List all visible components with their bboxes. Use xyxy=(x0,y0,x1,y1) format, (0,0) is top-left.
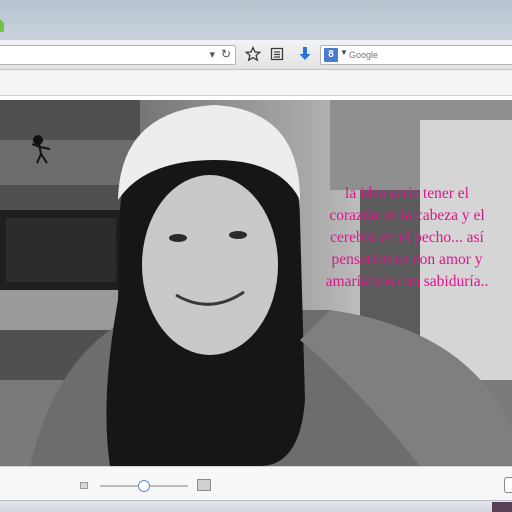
search-input[interactable] xyxy=(349,47,509,63)
navigation-toolbar: ▾ ↻ 8 ▼ xyxy=(0,40,512,70)
search-bar[interactable]: 8 ▼ xyxy=(320,45,512,65)
reading-list-icon[interactable] xyxy=(269,46,285,62)
google-icon[interactable]: 8 xyxy=(324,48,338,62)
viewer-menu-button[interactable] xyxy=(504,477,512,493)
tab-strip xyxy=(0,0,512,40)
zoom-slider-handle[interactable] xyxy=(138,480,150,492)
bookmarks-toolbar xyxy=(0,70,512,96)
zoom-out-image-icon[interactable] xyxy=(80,482,88,489)
url-bar[interactable]: ▾ ↻ xyxy=(0,45,236,65)
chevron-down-icon[interactable]: ▾ xyxy=(209,48,215,61)
taskbar xyxy=(0,500,512,512)
viewer-controls xyxy=(0,466,512,500)
caption-line: amaríamos con sabiduría.. xyxy=(325,273,489,290)
addon-icon[interactable] xyxy=(0,20,6,34)
search-engine-dropdown-icon[interactable]: ▼ xyxy=(340,48,348,57)
taskbar-thumbnail[interactable] xyxy=(492,502,512,512)
caption-line: corazón en la cabeza y el xyxy=(329,207,485,224)
caption-line: cerebro en el pecho... así xyxy=(330,229,484,246)
photo-caption: la idea sería tener el corazón en la cab… xyxy=(304,183,510,293)
caption-line: pensaríamos con amor y xyxy=(331,251,483,268)
star-icon[interactable] xyxy=(245,46,261,62)
download-arrow-icon[interactable] xyxy=(297,46,313,62)
zoom-in-image-icon[interactable] xyxy=(197,479,211,491)
caption-line: la idea sería tener el xyxy=(345,185,469,202)
reload-icon[interactable]: ↻ xyxy=(221,47,231,61)
